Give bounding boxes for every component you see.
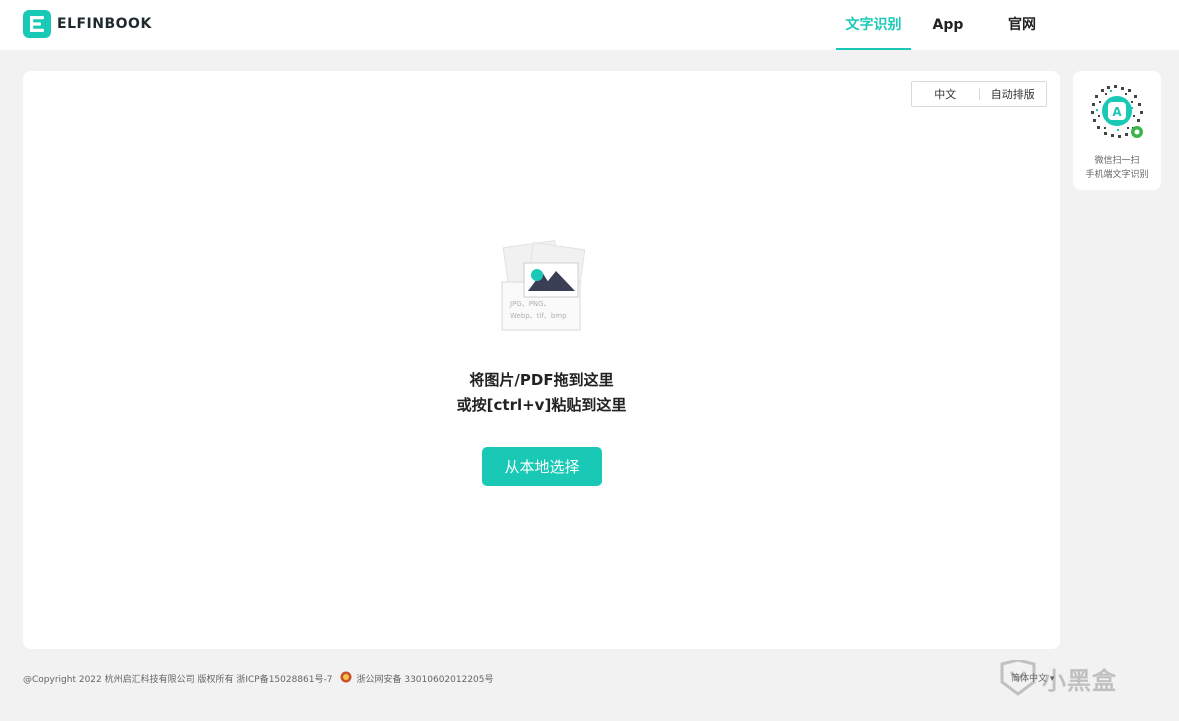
- choose-local-file-button[interactable]: 从本地选择: [482, 447, 602, 486]
- svg-text:JPG、PNG、: JPG、PNG、: [509, 300, 551, 308]
- qr-caption-line2: 手机端文字识别: [1085, 170, 1149, 180]
- qr-card: A 微信扫一扫 手机端文字识别: [1073, 71, 1161, 190]
- nav-item-official-site[interactable]: 官网: [996, 0, 1048, 50]
- layout-select[interactable]: 自动排版: [980, 86, 1047, 102]
- svg-text:A: A: [1112, 105, 1122, 119]
- qr-caption-line1: 微信扫一扫: [1094, 156, 1140, 166]
- copyright-text: @Copyright 2022 杭州启汇科技有限公司 版权所有 浙ICP备150…: [23, 675, 333, 685]
- police-record-link[interactable]: 浙公网安备 33010602012205号: [356, 672, 493, 685]
- ocr-options: 中文 自动排版: [911, 81, 1047, 107]
- drop-hint: 将图片/PDF拖到这里: [469, 371, 614, 389]
- watermark: 小黑盒: [998, 660, 1117, 696]
- svg-text:Webp、tif、bmp: Webp、tif、bmp: [510, 312, 567, 320]
- nav-item-app[interactable]: App: [922, 0, 974, 50]
- footer: @Copyright 2022 杭州启汇科技有限公司 版权所有 浙ICP备150…: [23, 671, 494, 686]
- watermark-text: 小黑盒: [1042, 666, 1117, 695]
- elfinbook-logo-icon: [23, 10, 51, 38]
- logo[interactable]: ELFINBOOK: [23, 10, 152, 38]
- police-badge-icon: [340, 671, 352, 686]
- watermark-logo-icon: [1000, 660, 1036, 696]
- top-header: ELFINBOOK 文字识别 App 官网: [0, 0, 1179, 50]
- logo-text: ELFINBOOK: [57, 16, 152, 32]
- language-select[interactable]: 中文: [912, 86, 979, 102]
- qr-code-icon: A: [1087, 81, 1147, 147]
- paste-hint: 或按[ctrl+v]粘贴到这里: [456, 396, 627, 414]
- upload-card[interactable]: 中文 自动排版 JPG、PNG、 Webp、tif、bmp 将图片/PDF拖到这…: [23, 71, 1060, 649]
- image-file-icon: JPG、PNG、 Webp、tif、bmp: [500, 238, 586, 338]
- nav-item-text-recognition[interactable]: 文字识别: [836, 0, 911, 50]
